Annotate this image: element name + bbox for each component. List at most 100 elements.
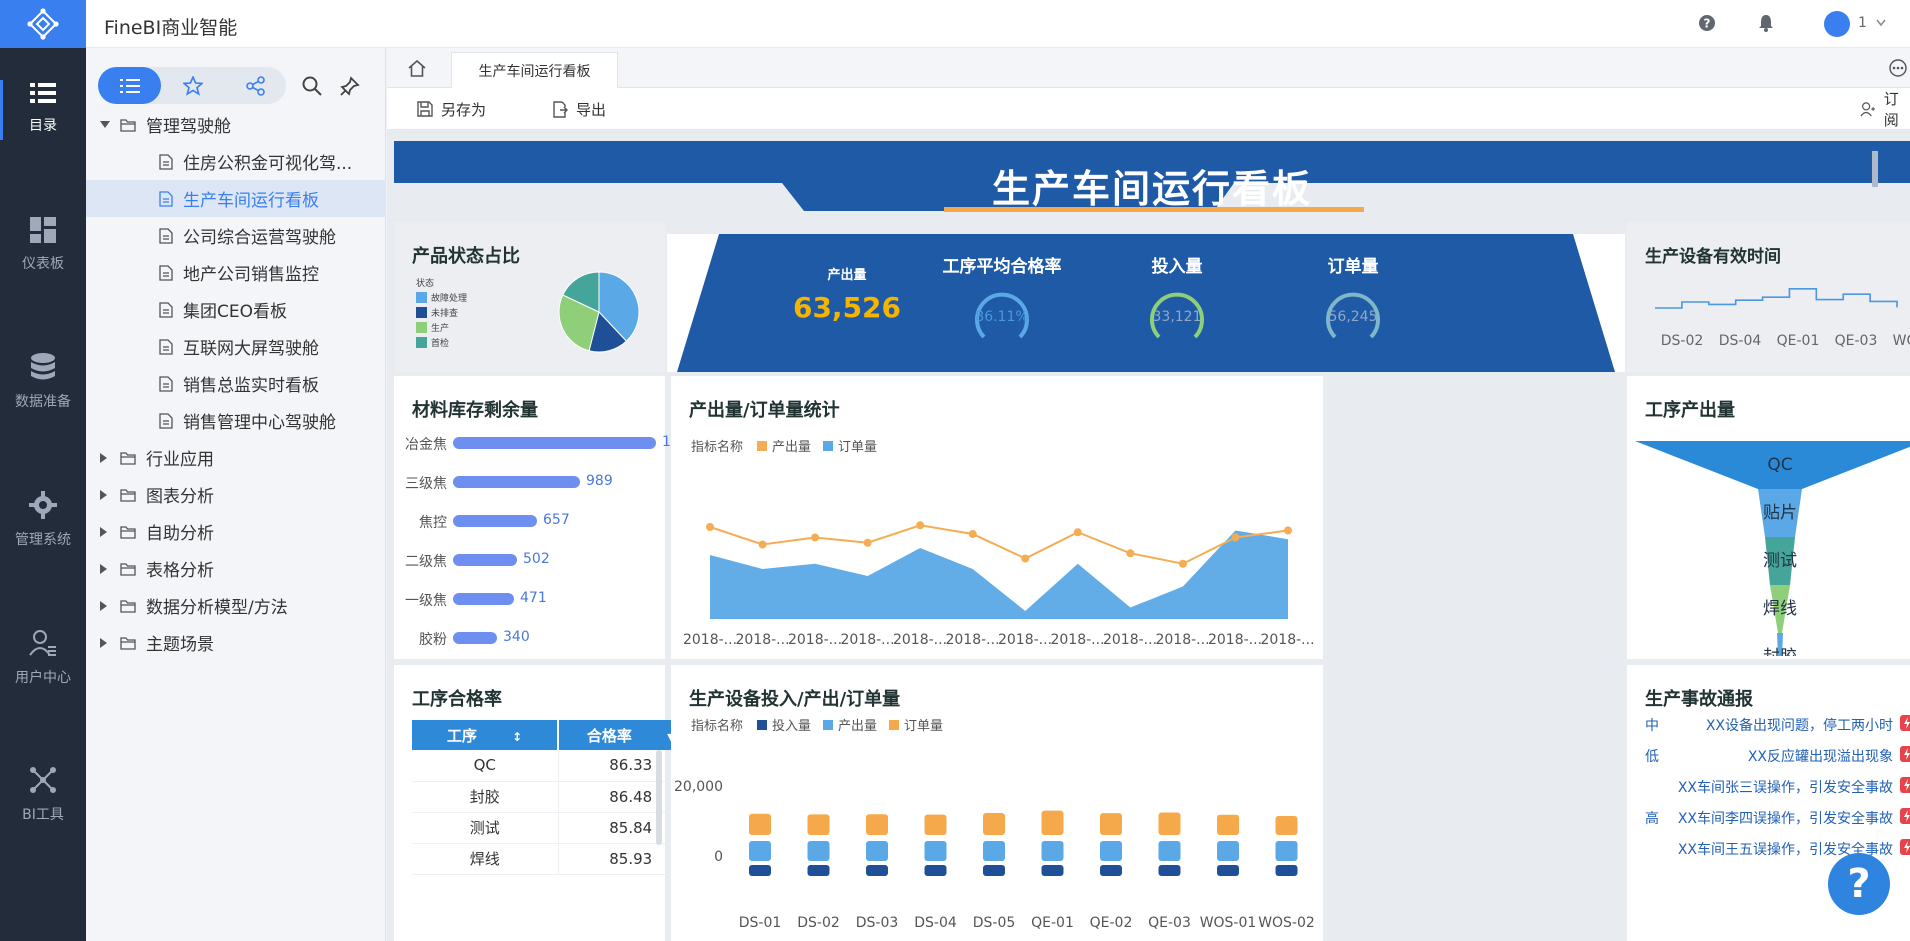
warning-icon — [1899, 807, 1910, 829]
table-scrollbar[interactable] — [656, 750, 662, 845]
tree-folder[interactable]: 行业应用 — [86, 439, 386, 476]
more-icon[interactable] — [1889, 59, 1907, 77]
accident-text: XX车间李四误操作，引发安全事故 — [1677, 811, 1893, 827]
equipment-bar — [1158, 812, 1181, 835]
save-as-label: 另存为 — [441, 100, 487, 119]
tree-item-dashboard[interactable]: 销售总监实时看板 — [86, 365, 386, 402]
rail-item-data-prep[interactable]: 数据准备 — [0, 332, 86, 432]
legend-swatch — [416, 337, 427, 348]
tree-item-label: 销售总监实时看板 — [183, 376, 319, 396]
tree-item-dashboard[interactable]: 地产公司销售监控 — [86, 254, 386, 291]
caret-right-icon[interactable] — [100, 637, 110, 648]
view-share-option[interactable] — [224, 67, 287, 104]
table-cell: 封胶 — [412, 781, 559, 813]
bell-icon[interactable] — [1757, 14, 1775, 32]
funnel-label: 贴片 — [1763, 503, 1797, 523]
user-icon — [29, 630, 56, 656]
folder-icon — [120, 118, 136, 132]
output-line — [709, 524, 1289, 565]
app-root: 目录 仪表板 数据准备 管理系统 用户中心 BI工具 FineBI商业智能 ? … — [0, 0, 1910, 941]
accident-row[interactable]: 高 XX车间李四误操作，引发安全事故 — [1645, 803, 1910, 833]
kpi-label: 工序平均合格率 — [942, 257, 1062, 277]
sort-icon[interactable]: ↕ — [512, 730, 522, 744]
tab-dashboard[interactable]: 生产车间运行看板 — [451, 52, 618, 88]
document-icon — [159, 375, 173, 392]
equipment-bar — [1041, 865, 1064, 876]
chevron-down-icon[interactable] — [1876, 19, 1886, 27]
tab-bar: 生产车间运行看板 — [387, 48, 1910, 88]
save-as-button[interactable]: 另存为 — [417, 88, 486, 130]
tree-folder[interactable]: 自助分析 — [86, 513, 386, 550]
tree-item-dashboard[interactable]: 生产车间运行看板 — [86, 180, 386, 217]
equipment-bar — [866, 865, 888, 876]
rail-item-admin[interactable]: 管理系统 — [0, 470, 86, 570]
legend-label: 故障处理 — [431, 294, 468, 304]
equipment-bar — [807, 865, 830, 876]
tree-item-label: 图表分析 — [146, 487, 214, 507]
tree-item-dashboard[interactable]: 互联网大屏驾驶舱 — [86, 328, 386, 365]
accident-row[interactable]: 中 XX设备出现问题，停工两小时 — [1645, 710, 1910, 740]
database-icon — [31, 353, 55, 380]
view-list-option[interactable] — [98, 67, 161, 104]
accident-level: 低 — [1645, 749, 1659, 765]
kpi-panel: 产出量 63,526 工序平均合格率 86.11% 投入量 33,121 订单量 — [667, 222, 1625, 372]
rail-item-bi-tools[interactable]: BI工具 — [0, 745, 86, 845]
view-favorites-option[interactable] — [161, 67, 224, 104]
rail-item-catalog[interactable]: 目录 — [0, 58, 86, 158]
column-header[interactable]: 工序 ↕ — [412, 720, 559, 750]
panel-title: 产出量/订单量统计 — [689, 400, 840, 421]
caret-right-icon[interactable] — [100, 563, 110, 574]
tree-item-label: 集团CEO看板 — [183, 302, 287, 322]
caret-right-icon[interactable] — [100, 452, 110, 463]
product-status-panel: 产品状态占比 状态 故障处理 未排查 生产 首检 — [394, 222, 665, 372]
tree-folder[interactable]: 表格分析 — [86, 550, 386, 587]
tree-item-dashboard[interactable]: 集团CEO看板 — [86, 291, 386, 328]
chart-legend: 指标名称 投入量 产出量 订单量 — [691, 715, 943, 734]
avatar[interactable] — [1824, 11, 1850, 37]
x-tick-label: DS-04 — [1719, 333, 1762, 349]
tree-folder[interactable]: 图表分析 — [86, 476, 386, 513]
tree-item-dashboard[interactable]: 销售管理中心驾驶舱 — [86, 402, 386, 439]
x-tick-label: DS-05 — [973, 915, 1016, 931]
svg-text:?: ? — [1704, 17, 1711, 31]
tree-folder[interactable]: 数据分析模型/方法 — [86, 587, 386, 624]
pin-icon[interactable] — [340, 76, 360, 96]
equipment-bar — [1275, 816, 1298, 835]
help-icon[interactable]: ? — [1698, 14, 1716, 32]
caret-right-icon[interactable] — [100, 489, 110, 500]
bar-category-label: 焦控 — [419, 515, 447, 531]
pass-rate-panel: 工序合格率 工序 ↕ 合格率 ▼ QC86.33封胶86.48测试85.84焊线… — [394, 665, 704, 941]
document-icon — [159, 227, 173, 244]
help-fab-button[interactable]: ? — [1828, 853, 1890, 915]
document-icon — [159, 301, 173, 318]
accident-row[interactable]: 低 XX反应罐出现溢出现象 — [1645, 741, 1910, 771]
subscribe-button[interactable]: 订阅 — [1860, 88, 1910, 130]
x-tick-label: 2018-... — [735, 632, 789, 648]
export-button[interactable]: 导出 — [552, 88, 606, 130]
tab-home[interactable] — [387, 48, 447, 88]
tree-item-dashboard[interactable]: 公司综合运营驾驶舱 — [86, 217, 386, 254]
tree-folder[interactable]: 管理驾驶舱 — [86, 106, 386, 143]
caret-down-icon[interactable] — [100, 120, 110, 129]
rail-item-user-center[interactable]: 用户中心 — [0, 608, 86, 708]
folder-icon — [120, 525, 136, 539]
equipment-bar — [1158, 865, 1181, 876]
legend-swatch — [823, 719, 834, 730]
rail-label: 管理系统 — [15, 532, 71, 548]
search-icon[interactable] — [302, 76, 322, 96]
rail-item-dashboard[interactable]: 仪表板 — [0, 195, 86, 295]
dashboard-header: 生产车间运行看板 — [394, 141, 1910, 212]
equipment-chart: 20,000 0 DS-01 DS-02 DS-03 DS-04 DS-05 QE-01 QE-… — [674, 779, 1315, 931]
folder-icon — [120, 451, 136, 465]
table-cell: 焊线 — [412, 843, 559, 875]
user-name[interactable]: 1 — [1858, 15, 1867, 31]
table-row[interactable]: 焊线 85.93 — [412, 843, 704, 875]
finebi-logo[interactable] — [0, 0, 86, 48]
app-title: FineBI商业智能 — [104, 17, 238, 39]
tree-item-dashboard[interactable]: 住房公积金可视化驾... — [86, 143, 386, 180]
caret-right-icon[interactable] — [100, 526, 110, 537]
tree-folder[interactable]: 主题场景 — [86, 624, 386, 661]
x-tick-label: DS-03 — [856, 915, 899, 931]
caret-right-icon[interactable] — [100, 600, 110, 611]
accident-row[interactable]: XX车间张三误操作，引发安全事故 — [1645, 772, 1910, 802]
